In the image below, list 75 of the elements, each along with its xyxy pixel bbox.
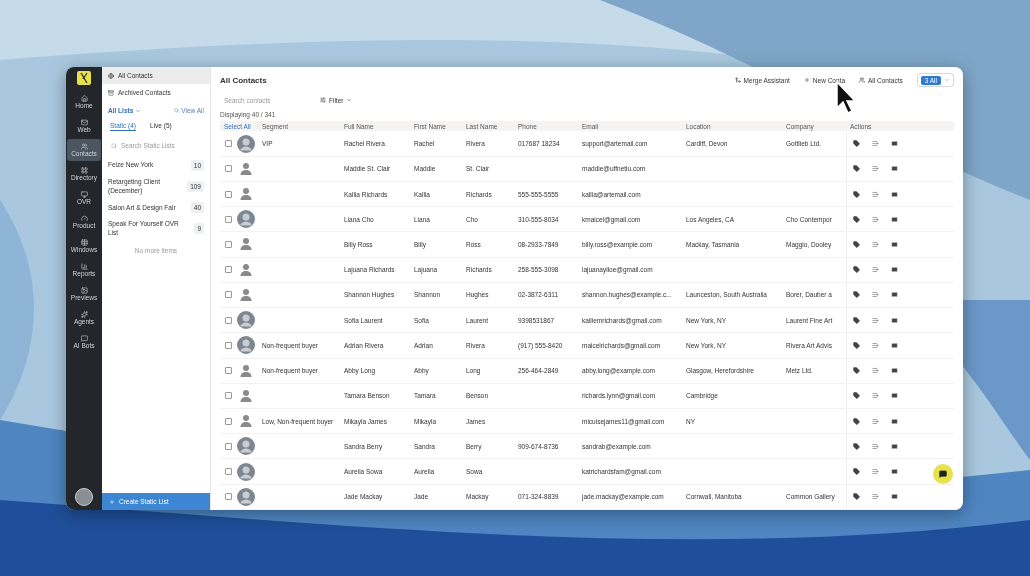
tag-icon[interactable] — [853, 442, 860, 450]
tag-icon[interactable] — [853, 266, 860, 274]
tag-icon[interactable] — [853, 215, 860, 223]
row-checkbox[interactable] — [225, 215, 232, 223]
tag-icon[interactable] — [853, 341, 860, 349]
table-icon — [80, 238, 88, 246]
list-add-icon[interactable] — [872, 493, 879, 501]
chat-button[interactable] — [933, 464, 953, 484]
tag-icon[interactable] — [853, 392, 860, 400]
list-add-icon[interactable] — [872, 442, 879, 450]
row-checkbox[interactable] — [225, 266, 232, 274]
avatar-icon — [237, 487, 255, 506]
grid-icon — [80, 166, 88, 174]
row-checkbox[interactable] — [225, 417, 232, 425]
list-add-icon[interactable] — [872, 215, 879, 223]
bar-chart-icon — [80, 262, 88, 270]
row-checkbox[interactable] — [225, 468, 232, 476]
row-checkbox[interactable] — [225, 190, 232, 198]
tag-icon[interactable] — [853, 417, 860, 425]
chevron-icon — [346, 97, 353, 104]
search-icon — [111, 142, 117, 149]
tag-icon[interactable] — [853, 291, 860, 299]
row-checkbox[interactable] — [225, 241, 232, 248]
chat-icon — [80, 334, 88, 342]
tag-icon[interactable] — [853, 241, 860, 248]
list-add-icon[interactable] — [872, 165, 879, 173]
row-checkbox[interactable] — [225, 316, 232, 324]
archive-icon — [108, 89, 114, 96]
row-checkbox[interactable] — [225, 442, 232, 450]
list-add-icon[interactable] — [872, 190, 879, 198]
sparkles-icon — [80, 310, 88, 318]
image-icon — [80, 286, 88, 294]
people-icon — [859, 77, 865, 84]
list-add-icon[interactable] — [872, 291, 879, 299]
tag-icon[interactable] — [853, 367, 860, 375]
list-add-icon[interactable] — [872, 140, 879, 148]
gauge-icon — [80, 214, 88, 222]
logo — [77, 71, 91, 85]
list-add-icon[interactable] — [872, 341, 879, 349]
tag-icon[interactable] — [853, 140, 860, 148]
row-checkbox[interactable] — [225, 493, 232, 501]
home-icon — [80, 94, 88, 102]
user-avatar[interactable] — [75, 488, 93, 506]
row-checkbox[interactable] — [225, 291, 232, 299]
list-add-icon[interactable] — [872, 367, 879, 375]
avatar-icon — [237, 210, 255, 229]
row-checkbox[interactable] — [225, 140, 232, 148]
tag-icon[interactable] — [853, 190, 860, 198]
chevron-icon — [135, 107, 142, 114]
monitor-icon — [80, 190, 88, 198]
list-add-icon[interactable] — [872, 417, 879, 425]
tag-icon[interactable] — [853, 493, 860, 501]
row-checkbox[interactable] — [225, 341, 232, 349]
list-add-icon[interactable] — [872, 241, 879, 248]
row-checkbox[interactable] — [225, 392, 232, 400]
page-title: All Contacts — [220, 75, 267, 85]
list-add-icon[interactable] — [872, 468, 879, 476]
row-checkbox[interactable] — [225, 367, 232, 375]
row-checkbox[interactable] — [225, 165, 232, 173]
avatar-icon — [237, 311, 255, 330]
sliders-icon — [320, 97, 326, 104]
tag-icon[interactable] — [853, 468, 860, 476]
list-add-icon[interactable] — [872, 266, 879, 274]
avatar-icon — [237, 336, 255, 355]
avatar-icon — [237, 462, 255, 481]
tag-icon[interactable] — [853, 316, 860, 324]
people-icon — [80, 142, 88, 150]
list-add-icon[interactable] — [872, 316, 879, 324]
chevron-icon — [944, 77, 950, 84]
avatar-icon — [237, 437, 255, 456]
tag-icon[interactable] — [853, 165, 860, 173]
search-icon — [174, 108, 180, 113]
chat-icon — [939, 470, 947, 478]
avatar-icon — [237, 134, 255, 153]
list-add-icon[interactable] — [872, 392, 879, 400]
